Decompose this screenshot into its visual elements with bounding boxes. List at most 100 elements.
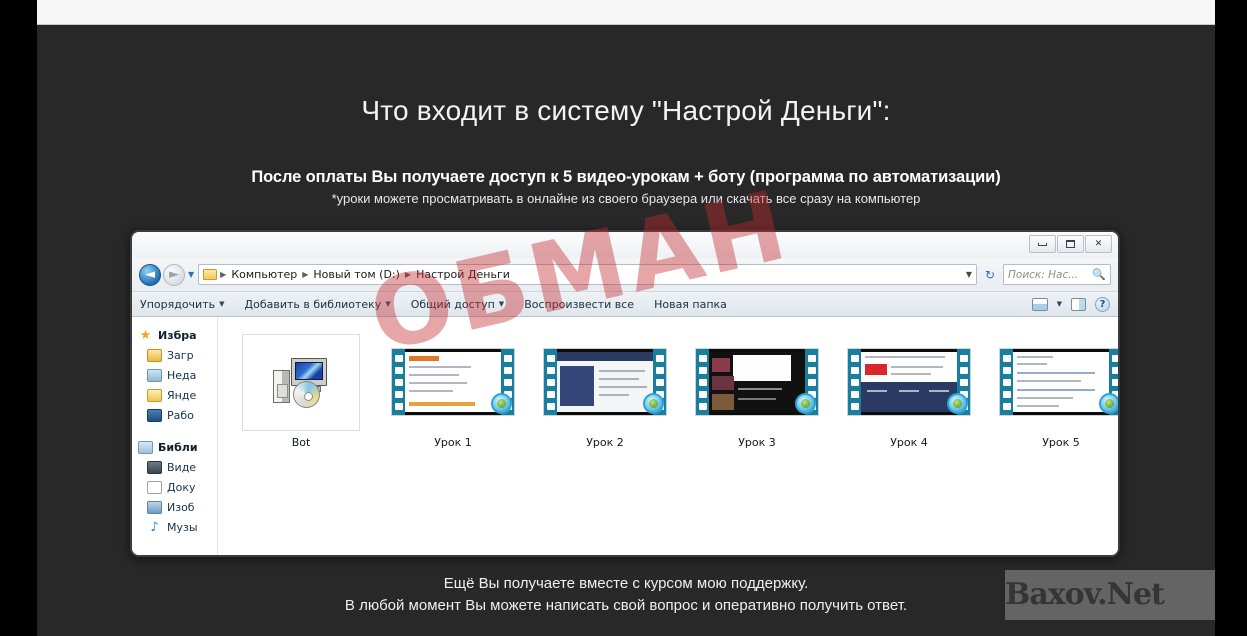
explorer-address-row: ◄ ► ▼ ▶ Компьютер ▶ Новый том (D:) ▶ Нас… [132,258,1118,291]
sidebar-item-video[interactable]: Виде [138,457,217,477]
sidebar-item-favorites[interactable]: ★ Избра [138,325,217,345]
file-item-label: Урок 3 [738,436,776,449]
file-item-lesson-3[interactable]: Урок 3 [684,333,830,449]
file-thumbnail [391,333,515,431]
breadcrumb-item-folder[interactable]: Настрой Деньги [416,268,510,281]
yandex-disk-icon [147,388,162,402]
desktop-icon [147,408,162,422]
video-thumbnail [695,348,819,416]
toolbar-item-new-folder[interactable]: Новая папка [654,298,727,311]
preview-shape [738,388,782,390]
folder-icon [203,269,218,280]
close-button[interactable]: ✕ [1085,235,1112,253]
filmstrip-left [848,349,861,415]
preview-shape [865,364,887,375]
preview-pane-icon[interactable] [1071,297,1086,311]
chevron-down-icon[interactable]: ▼ [1057,300,1062,308]
computer-tower-shape [273,370,290,403]
toolbar-item-play-all[interactable]: Воспроизвести все [524,298,634,311]
subtitle-note: *уроки можете просматривать в онлайне из… [331,191,921,206]
preview-shape [1017,389,1095,391]
preview-shape [712,358,730,372]
downloads-icon [147,348,162,362]
file-item-label: Урок 2 [586,436,624,449]
file-item-lesson-4[interactable]: Урок 4 [836,333,982,449]
chevron-down-icon: ▼ [385,300,391,308]
preview-shape [733,355,791,381]
toolbar-right-group: ▼ ? [1031,296,1110,312]
recent-places-icon [147,368,162,382]
refresh-button[interactable]: ↻ [980,264,1000,285]
media-player-badge-icon [947,393,968,414]
maximize-button[interactable] [1057,235,1084,253]
preview-shape [599,394,629,396]
filmstrip-left [1000,349,1013,415]
breadcrumb-item-computer[interactable]: Компьютер [231,268,297,281]
search-input[interactable]: Поиск: Нас... 🔍 [1003,264,1111,285]
file-item-lesson-2[interactable]: Урок 2 [532,333,678,449]
sidebar-item-documents[interactable]: Доку [138,477,217,497]
filmstrip-left [392,349,405,415]
breadcrumb: ▶ Компьютер ▶ Новый том (D:) ▶ Настрой Д… [220,268,510,281]
file-item-lesson-5[interactable]: Урок 5 [988,333,1118,449]
toolbar-item-share[interactable]: Общий доступ ▼ [411,298,504,311]
help-icon[interactable]: ? [1095,296,1110,312]
toolbar-label: Упорядочить [140,297,216,311]
change-view-icon[interactable] [1031,297,1048,311]
forward-button[interactable]: ► [163,263,185,286]
video-frame-preview [557,352,653,412]
history-dropdown-button[interactable]: ▼ [188,270,194,279]
address-dropdown-icon[interactable]: ▼ [960,270,972,279]
preview-shape [409,366,471,368]
file-item-bot[interactable]: Bot [228,333,374,449]
breadcrumb-separator: ▶ [220,270,227,279]
sidebar-item-music[interactable]: ♪ Музы [138,517,217,537]
file-item-lesson-1[interactable]: Урок 1 [380,333,526,449]
sidebar-item-downloads[interactable]: Загр [138,345,217,365]
minimize-button[interactable] [1029,235,1056,253]
sidebar-item-recent-places[interactable]: Неда [138,365,217,385]
monitor-screen-shape [295,362,323,380]
preview-shape [1017,356,1053,358]
file-thumbnail [695,333,819,431]
letterbox-right [1215,0,1247,636]
search-placeholder: Поиск: Нас... [1008,268,1079,281]
preview-shape [738,398,776,400]
preview-shape [409,356,439,361]
setup-application-icon [271,356,331,408]
browser-top-strip [37,0,1215,25]
sidebar-item-pictures[interactable]: Изоб [138,497,217,517]
toolbar-item-add-to-library[interactable]: Добавить в библиотеку ▼ [245,298,391,311]
back-button[interactable]: ◄ [139,263,161,286]
chevron-down-icon: ▼ [219,300,225,308]
close-icon: ✕ [1094,238,1103,249]
media-player-badge-icon [1099,393,1118,414]
preview-shape [891,366,943,368]
sidebar-item-desktop[interactable]: Рабо [138,405,217,425]
sidebar-item-label: Янде [167,388,197,402]
toolbar-item-organize[interactable]: Упорядочить ▼ [140,298,225,311]
forward-arrow-icon: ► [169,267,179,282]
video-frame-preview [709,352,805,412]
sidebar-item-libraries[interactable]: Библи [138,437,217,457]
toolbar-label: Новая папка [654,297,727,311]
video-thumbnail [999,348,1118,416]
chevron-down-icon: ▼ [188,270,195,279]
file-item-label: Урок 5 [1042,436,1080,449]
breadcrumb-separator: ▶ [404,270,412,279]
preview-shape [712,394,734,410]
sidebar-item-yandex-disk[interactable]: Янде [138,385,217,405]
sidebar-item-label: Виде [167,460,197,474]
star-icon: ★ [139,327,152,343]
preview-shape [409,374,459,376]
address-bar[interactable]: ▶ Компьютер ▶ Новый том (D:) ▶ Настрой Д… [198,264,977,285]
explorer-body: ★ Избра Загр Неда Янде Рабо Библи Виде Д… [132,317,1118,555]
file-list-pane: Bot Урок 1 Урок 2 Урок 3 Урок 4 Урок 5 [218,317,1118,555]
letterbox-left [0,0,37,636]
slide-stage: Что входит в систему "Настрой Деньги": П… [37,25,1215,636]
refresh-icon: ↻ [984,267,996,282]
breadcrumb-item-drive[interactable]: Новый том (D:) [313,268,400,281]
back-arrow-icon: ◄ [145,267,155,282]
video-icon [147,460,162,474]
window-controls: ✕ [1029,235,1112,253]
